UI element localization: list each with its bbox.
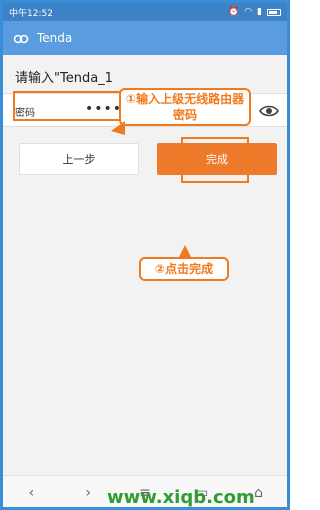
status-bar: 中午12:52 ⏰ ◠ ▮ [3,3,287,21]
alarm-icon: ⏰ [227,7,240,17]
callout-2-tail [179,245,191,257]
ssid-prompt: 请输入"Tenda_1 [15,71,113,86]
show-password-eye-icon[interactable] [259,103,279,117]
app-title: Tenda [37,31,73,45]
forward-icon[interactable]: › [78,485,98,501]
battery-icon [267,8,281,16]
callout-click-done: ②点击完成 [139,257,229,281]
done-highlight-box [181,137,249,183]
back-icon[interactable]: ‹ [21,485,41,501]
callout-enter-password: ①输入上级无线路由器密码 [119,88,251,126]
callout-1-tail [111,121,125,135]
signal-icon: ▮ [257,7,262,17]
app-bar: Tenda [3,21,287,55]
previous-step-button[interactable]: 上一步 [19,143,139,175]
tenda-logo-icon [13,33,29,44]
password-highlight-box [13,91,129,121]
wifi-icon: ◠ [244,7,253,17]
watermark: www.xiqb.com [107,487,255,508]
status-time: 中午12:52 [9,8,53,19]
status-icons: ⏰ ◠ ▮ [228,7,281,17]
main-content: 请输入"Tenda_1 密码 •••••••••• 上一步 完成 ①输入上级无线… [3,55,287,475]
phone-screen: 中午12:52 ⏰ ◠ ▮ Tenda 请输入"Tenda_1 密码 •••••… [0,0,290,510]
